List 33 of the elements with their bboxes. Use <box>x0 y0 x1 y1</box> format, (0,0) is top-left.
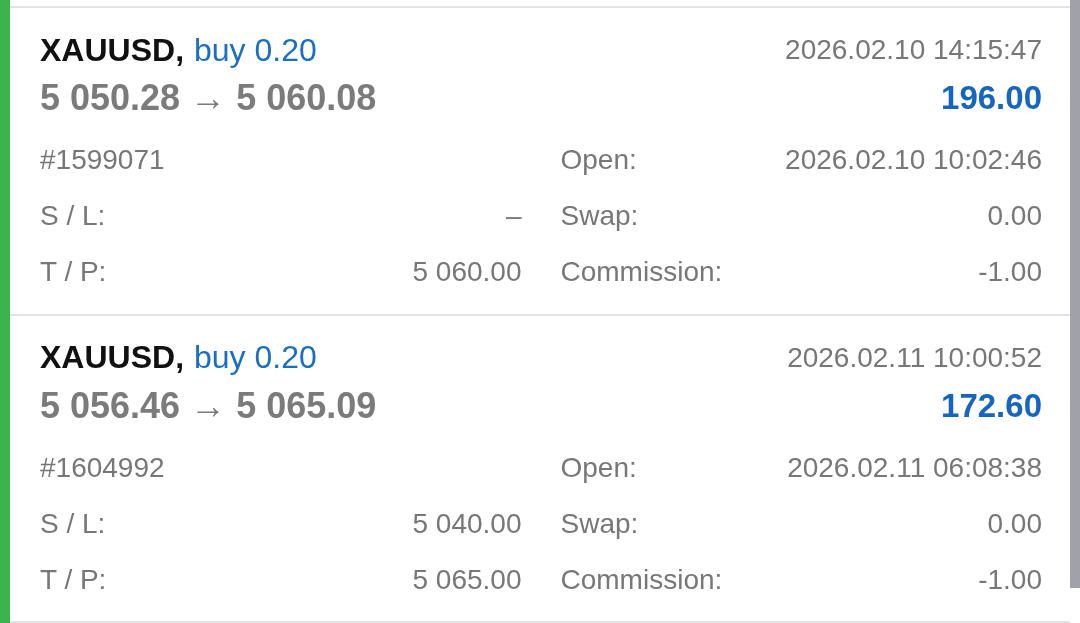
field-label: Open: <box>560 451 637 484</box>
scroll-bar[interactable] <box>1070 0 1080 588</box>
field-value: 2026.02.11 06:08:38 <box>787 451 1042 484</box>
close-time: 2026.02.10 14:15:47 <box>785 34 1042 66</box>
field-label: Commission: <box>560 563 723 596</box>
field-value: 5 060.00 <box>412 256 522 288</box>
price-range: 5 056.46 → 5 065.09 <box>40 384 378 427</box>
close-time: 2026.02.11 10:00:52 <box>787 341 1042 374</box>
ticket-number: #1599071 <box>40 144 165 176</box>
field-label: T / P: <box>40 256 107 288</box>
field-value: 5 040.00 <box>412 507 522 540</box>
field-label: S / L: <box>40 200 106 232</box>
field-label: Swap: <box>560 507 639 540</box>
profit-value: 172.60 <box>941 386 1042 425</box>
field-label: S / L: <box>40 507 106 540</box>
field-label: Open: <box>560 144 637 176</box>
field-value: 0.00 <box>987 507 1042 540</box>
order-type-label: buy 0.20 <box>194 31 317 69</box>
field-label: Swap: <box>560 200 639 232</box>
profit-value: 196.00 <box>941 79 1042 117</box>
field-value: -1.00 <box>978 563 1042 596</box>
field-label: T / P: <box>40 563 107 596</box>
symbol-label: XAUUSD, <box>40 31 184 69</box>
field-value: – <box>505 200 522 232</box>
field-value: 0.00 <box>987 200 1042 232</box>
symbol-label: XAUUSD, <box>40 339 184 376</box>
field-value: 2026.02.10 10:02:46 <box>785 144 1042 176</box>
ticket-number: #1604992 <box>40 451 165 484</box>
field-label: Commission: <box>560 256 723 288</box>
price-range: 5 050.28 → 5 060.08 <box>40 77 378 119</box>
order-type-label: buy 0.20 <box>194 339 317 376</box>
field-value: 5 065.00 <box>412 563 522 596</box>
field-value: -1.00 <box>978 256 1042 288</box>
